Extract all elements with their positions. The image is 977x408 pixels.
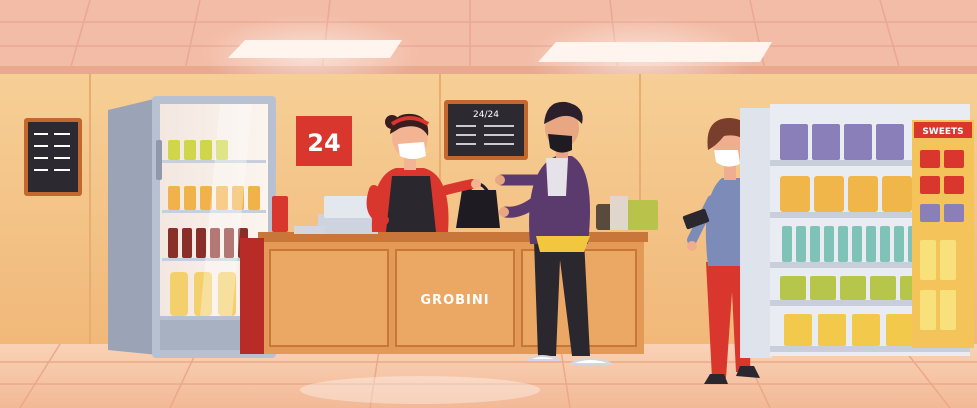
- cashier-mask: [398, 142, 426, 159]
- store-illustration: 24 24/24 GROBINI SWEETS: [0, 0, 977, 408]
- ceiling: [0, 0, 977, 70]
- ceiling-light-right: [538, 42, 772, 62]
- wall-menu-board: [24, 118, 82, 196]
- counter-brand-text: GROBINI: [420, 293, 489, 308]
- menu-board-title: 24/24: [473, 110, 499, 120]
- red-24-sign: 24: [296, 116, 352, 166]
- menu-board-24-24: 24/24: [444, 100, 528, 160]
- sweets-sign-text: SWEETS: [922, 127, 963, 137]
- red-sign-text: 24: [307, 129, 340, 157]
- cup-stack: [272, 196, 288, 232]
- sweets-rack: SWEETS: [912, 120, 974, 348]
- convenience-store-scene: 24 24/24 GROBINI SWEETS: [0, 0, 977, 408]
- ceiling-light-left: [228, 40, 402, 58]
